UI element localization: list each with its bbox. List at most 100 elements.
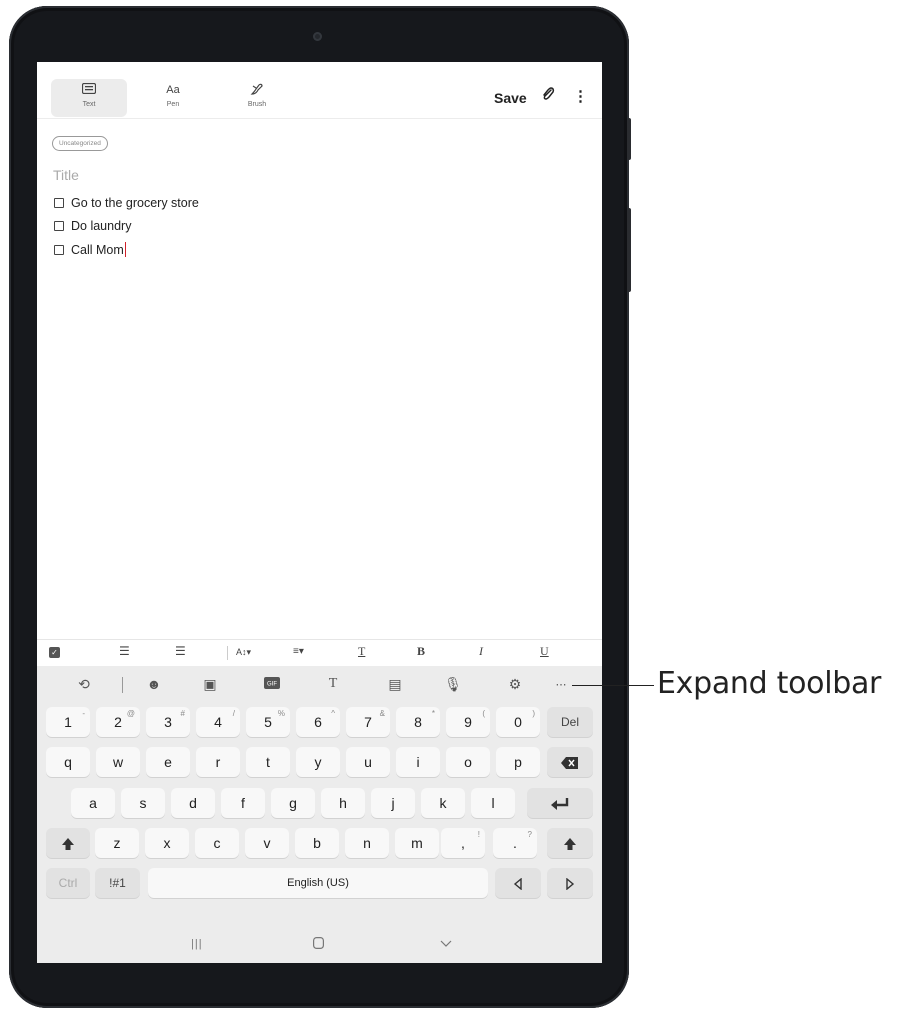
number-key[interactable]: 7 & bbox=[346, 707, 390, 737]
numbered-list-icon[interactable]: ☰ bbox=[119, 644, 130, 658]
cursor-left-key[interactable] bbox=[495, 868, 541, 898]
number-key[interactable]: 5% bbox=[246, 707, 290, 737]
settings-gear-icon[interactable]: ⚙ bbox=[504, 676, 526, 693]
delete-key[interactable]: Del bbox=[547, 707, 593, 737]
number-key[interactable]: 8 * bbox=[396, 707, 440, 737]
recent-apps-icon[interactable]: ||| bbox=[191, 938, 203, 950]
letter-key[interactable]: t bbox=[246, 747, 290, 777]
letter-key[interactable]: q bbox=[46, 747, 90, 777]
number-key-secondary: * bbox=[431, 709, 435, 718]
title-field[interactable]: Title bbox=[53, 167, 79, 183]
letter-key[interactable]: s bbox=[121, 788, 165, 818]
letter-key[interactable]: p bbox=[496, 747, 540, 777]
save-button[interactable]: Save bbox=[494, 90, 527, 106]
text-color-icon[interactable]: T bbox=[358, 644, 365, 659]
letter-key-label: y bbox=[314, 754, 322, 770]
gif-icon[interactable]: GIF bbox=[261, 676, 283, 692]
letter-key[interactable]: o bbox=[446, 747, 490, 777]
emoji-icon[interactable]: ☻ bbox=[143, 676, 165, 692]
sticker-icon[interactable]: ▣ bbox=[199, 676, 221, 693]
microphone-icon[interactable]: 🎙 bbox=[442, 676, 464, 693]
period-key[interactable]: .? bbox=[493, 828, 537, 858]
space-key[interactable]: English (US) bbox=[148, 868, 488, 898]
letter-key[interactable]: i bbox=[396, 747, 440, 777]
checklist-item[interactable]: Do laundry bbox=[54, 219, 131, 233]
bulleted-list-icon[interactable]: ☰ bbox=[175, 644, 186, 658]
checklist-item[interactable]: Go to the grocery store bbox=[54, 196, 199, 210]
letter-key[interactable]: r bbox=[196, 747, 240, 777]
number-key[interactable]: 4/ bbox=[196, 707, 240, 737]
shift-left-key[interactable] bbox=[46, 828, 90, 858]
letter-key-label: b bbox=[313, 835, 321, 851]
letter-key[interactable]: h bbox=[321, 788, 365, 818]
comma-key[interactable]: ,! bbox=[441, 828, 485, 858]
letter-key-label: u bbox=[364, 754, 372, 770]
letter-key[interactable]: z bbox=[95, 828, 139, 858]
number-key-label: 1 bbox=[64, 714, 72, 730]
symbols-key[interactable]: !#1 bbox=[95, 868, 140, 898]
text-style-icon[interactable]: T bbox=[322, 676, 344, 692]
letter-key[interactable]: u bbox=[346, 747, 390, 777]
mode-text-button[interactable]: Text bbox=[51, 79, 127, 117]
number-key[interactable]: 6 ^ bbox=[296, 707, 340, 737]
more-options-icon[interactable]: ⋮ bbox=[573, 87, 588, 105]
category-chip[interactable]: Uncategorized bbox=[52, 136, 108, 151]
letter-key[interactable]: l bbox=[471, 788, 515, 818]
checkbox[interactable] bbox=[54, 244, 64, 255]
letter-key[interactable]: m bbox=[395, 828, 439, 858]
letter-key[interactable]: w bbox=[96, 747, 140, 777]
letter-key[interactable]: f bbox=[221, 788, 265, 818]
translate-icon[interactable]: ⟲ bbox=[73, 676, 95, 693]
number-key[interactable]: 3 # bbox=[146, 707, 190, 737]
underline-icon[interactable]: U bbox=[540, 644, 549, 659]
number-key[interactable]: 1- bbox=[46, 707, 90, 737]
letter-key[interactable]: e bbox=[146, 747, 190, 777]
enter-key[interactable] bbox=[527, 788, 593, 818]
hide-keyboard-icon[interactable] bbox=[440, 936, 452, 951]
letter-key[interactable]: b bbox=[295, 828, 339, 858]
home-icon[interactable] bbox=[313, 937, 325, 952]
italic-icon[interactable]: I bbox=[479, 644, 483, 659]
number-key-secondary: @ bbox=[126, 709, 135, 718]
font-size-icon[interactable]: A↕▾ bbox=[236, 647, 251, 658]
letter-key[interactable]: d bbox=[171, 788, 215, 818]
number-key-label: 2 bbox=[114, 714, 122, 730]
checkbox[interactable] bbox=[54, 198, 64, 208]
shift-right-key[interactable] bbox=[547, 828, 593, 858]
attach-icon[interactable] bbox=[541, 86, 555, 107]
checkbox[interactable] bbox=[54, 221, 64, 231]
cursor-right-key[interactable] bbox=[547, 868, 593, 898]
period-key-secondary: ? bbox=[527, 830, 532, 839]
mode-pen-button[interactable]: Aa Pen bbox=[135, 79, 211, 117]
svg-text:GIF: GIF bbox=[267, 682, 277, 688]
number-key[interactable]: 0) bbox=[496, 707, 540, 737]
number-key[interactable]: 2 @ bbox=[96, 707, 140, 737]
number-key-label: 4 bbox=[214, 714, 222, 730]
expand-toolbar-icon[interactable]: ⋯ bbox=[550, 678, 572, 691]
letter-key[interactable]: y bbox=[296, 747, 340, 777]
bold-icon[interactable]: B bbox=[417, 644, 425, 659]
letter-key[interactable]: v bbox=[245, 828, 289, 858]
checklist-format-icon[interactable]: ✓ bbox=[49, 647, 60, 658]
keyboard-icon bbox=[81, 82, 97, 97]
mode-brush-button[interactable]: Brush bbox=[219, 79, 295, 117]
number-key-secondary: / bbox=[232, 709, 235, 718]
letter-key[interactable]: x bbox=[145, 828, 189, 858]
letter-key-label: v bbox=[263, 835, 271, 851]
letter-key[interactable]: k bbox=[421, 788, 465, 818]
clipboard-icon[interactable]: ▤ bbox=[384, 676, 406, 693]
number-key-secondary: ) bbox=[532, 709, 535, 718]
letter-key-label: o bbox=[464, 754, 472, 770]
checklist-item[interactable]: Call Mom bbox=[54, 242, 127, 257]
number-key-secondary: - bbox=[82, 709, 85, 718]
letter-key[interactable]: n bbox=[345, 828, 389, 858]
ctrl-key[interactable]: Ctrl bbox=[46, 868, 90, 898]
backspace-key[interactable] bbox=[547, 747, 593, 777]
alignment-icon[interactable]: ≡▾ bbox=[293, 646, 304, 657]
number-key-label: 9 bbox=[464, 714, 472, 730]
letter-key[interactable]: c bbox=[195, 828, 239, 858]
number-key[interactable]: 9( bbox=[446, 707, 490, 737]
letter-key[interactable]: a bbox=[71, 788, 115, 818]
letter-key[interactable]: j bbox=[371, 788, 415, 818]
letter-key[interactable]: g bbox=[271, 788, 315, 818]
